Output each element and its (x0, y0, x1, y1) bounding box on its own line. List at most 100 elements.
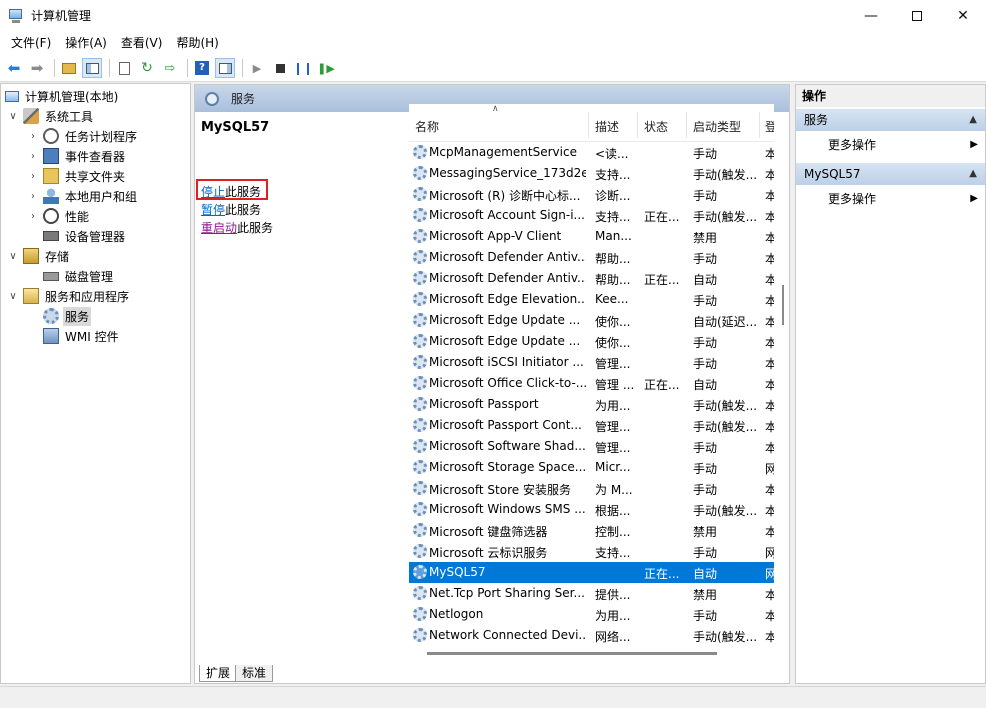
maximize-button[interactable] (894, 0, 940, 31)
service-row[interactable]: Microsoft 云标识服务 支持... 手动 网 (409, 541, 774, 562)
cell-logon: 本 (765, 630, 774, 644)
service-row[interactable]: Microsoft App-V Client Man... 禁用 本 (409, 226, 774, 247)
service-row[interactable]: Microsoft Edge Update ... 使你... 手动 本 (409, 331, 774, 352)
cell-logon: 本 (765, 231, 774, 245)
restart-service-button[interactable]: ❚▶ (316, 58, 336, 78)
service-row[interactable]: Netlogon 为用... 手动 本 (409, 604, 774, 625)
service-row[interactable]: Net.Tcp Port Sharing Ser... 提供... 禁用 本 (409, 583, 774, 604)
stop-service-button[interactable] (270, 58, 290, 78)
window-title: 计算机管理 (31, 9, 92, 23)
start-service-button[interactable]: ▶ (247, 58, 267, 78)
chevron-right-icon[interactable]: › (27, 151, 39, 162)
chevron-right-icon[interactable]: › (27, 131, 39, 142)
pause-service-button[interactable]: ❙❙ (293, 58, 313, 78)
column-divider[interactable] (637, 112, 638, 138)
tree-item-storage[interactable]: ∨ 存储 (7, 246, 71, 266)
column-divider[interactable] (759, 112, 760, 138)
menu-action[interactable]: 操作(A) (58, 31, 114, 55)
refresh-button[interactable]: ↻ (137, 58, 157, 78)
service-row[interactable]: McpManagementService <读... 手动 本 (409, 142, 774, 163)
column-name[interactable]: 名称 (415, 118, 439, 135)
service-row[interactable]: Network Connected Devi... 网络... 手动(触发... 本 (409, 625, 774, 646)
actions-section-mysql57[interactable]: MySQL57 ▲ (796, 163, 985, 185)
service-row[interactable]: Microsoft Account Sign-i... 支持... 正在... 手动(… (409, 205, 774, 226)
status-bar (0, 686, 986, 708)
back-button[interactable]: ⬅ (4, 58, 24, 78)
restart-service-link[interactable]: 重启动 (201, 221, 237, 235)
menu-help[interactable]: 帮助(H) (169, 31, 225, 55)
service-row[interactable]: Microsoft Office Click-to-... 管理 ... 正在...… (409, 373, 774, 394)
service-gear-icon (413, 397, 427, 411)
chevron-right-icon[interactable]: › (27, 191, 39, 202)
minimize-icon: — (864, 7, 878, 24)
tree-item-performance[interactable]: › 性能 (27, 206, 91, 226)
column-divider[interactable] (686, 112, 687, 138)
service-row[interactable]: Microsoft Defender Antiv... 帮助... 手动 本 (409, 247, 774, 268)
collapse-up-icon[interactable]: ▲ (969, 109, 977, 131)
stop-service-link[interactable]: 停止 (201, 185, 225, 199)
service-row[interactable]: Microsoft Defender Antiv... 帮助... 正在... 自动 本 (409, 268, 774, 289)
tree-item-event-viewer[interactable]: › 事件查看器 (27, 146, 127, 166)
chevron-right-icon[interactable]: › (27, 211, 39, 222)
pause-service-link[interactable]: 暂停 (201, 203, 225, 217)
selected-service-name: MySQL57 (201, 120, 270, 135)
column-logon[interactable]: 登 (765, 118, 774, 135)
horizontal-scrollbar[interactable] (427, 652, 717, 655)
more-actions-services[interactable]: 更多操作 ▶ (828, 135, 978, 155)
properties-button[interactable] (114, 58, 134, 78)
tree-item-disk-management[interactable]: 磁盘管理 (43, 266, 115, 286)
chevron-down-icon[interactable]: ∨ (7, 111, 19, 122)
vertical-scrollbar[interactable] (782, 285, 784, 325)
services-gear-icon (43, 308, 59, 324)
service-row[interactable]: Microsoft (R) 诊断中心标... 诊断... 手动 本 (409, 184, 774, 205)
tree-item-device-manager[interactable]: 设备管理器 (43, 226, 127, 246)
service-row[interactable]: Microsoft iSCSI Initiator ... 管理... 手动 本 (409, 352, 774, 373)
forward-button[interactable]: ➡ (27, 58, 47, 78)
more-actions-mysql57[interactable]: 更多操作 ▶ (828, 189, 978, 209)
chevron-down-icon[interactable]: ∨ (7, 251, 19, 262)
tree-item-system-tools[interactable]: ∨ 系统工具 (7, 106, 95, 126)
collapse-up-icon[interactable]: ▲ (969, 163, 977, 185)
service-gear-icon (413, 166, 427, 180)
service-row[interactable]: Microsoft Windows SMS ... 根据... 手动(触发... 本 (409, 499, 774, 520)
tree-item-root[interactable]: 计算机管理(本地) (5, 86, 120, 106)
column-status[interactable]: 状态 (644, 118, 668, 135)
cell-description: 管理... (595, 441, 631, 455)
service-row[interactable]: MessagingService_173d2e 支持... 手动(触发... 本 (409, 163, 774, 184)
tab-standard[interactable]: 标准 (235, 665, 274, 682)
show-action-pane-button[interactable] (215, 58, 235, 78)
up-folder-button[interactable] (59, 58, 79, 78)
service-gear-icon (413, 481, 427, 495)
close-button[interactable]: ✕ (940, 0, 986, 31)
service-row[interactable]: Microsoft Passport 为用... 手动(触发... 本 (409, 394, 774, 415)
column-divider[interactable] (588, 112, 589, 138)
menu-view[interactable]: 查看(V) (114, 31, 170, 55)
chevron-down-icon[interactable]: ∨ (7, 291, 19, 302)
service-row[interactable]: Microsoft Store 安装服务 为 M... 手动 本 (409, 478, 774, 499)
tab-extended[interactable]: 扩展 (199, 665, 238, 682)
service-row[interactable]: Microsoft Passport Cont... 管理... 手动(触发... 本 (409, 415, 774, 436)
service-row[interactable]: Microsoft Edge Elevation... Kee... 手动 本 (409, 289, 774, 310)
column-startup-type[interactable]: 启动类型 (693, 118, 741, 135)
minimize-button[interactable]: — (848, 0, 894, 31)
service-row[interactable]: Microsoft Edge Update ... 使你... 自动(延迟... 本 (409, 310, 774, 331)
actions-section-services[interactable]: 服务 ▲ (796, 109, 985, 131)
tree-item-wmi[interactable]: WMI 控件 (43, 326, 121, 346)
tree-item-local-users[interactable]: › 本地用户和组 (27, 186, 139, 206)
service-row[interactable]: Microsoft Software Shad... 管理... 手动 本 (409, 436, 774, 457)
service-row[interactable]: Microsoft Storage Space... Micr... 手动 网 (409, 457, 774, 478)
show-tree-button[interactable] (82, 58, 102, 78)
tree-item-shared-folders[interactable]: › 共享文件夹 (27, 166, 127, 186)
menu-file[interactable]: 文件(F) (4, 31, 58, 55)
column-description[interactable]: 描述 (595, 118, 619, 135)
tree-item-task-scheduler[interactable]: › 任务计划程序 (27, 126, 139, 146)
help-button[interactable]: ? (192, 58, 212, 78)
cell-logon: 本 (765, 525, 774, 539)
export-list-button[interactable]: ⇨ (160, 58, 180, 78)
tree-item-services-apps[interactable]: ∨ 服务和应用程序 (7, 286, 131, 306)
tree-item-services[interactable]: 服务 (43, 306, 92, 326)
service-row[interactable]: Microsoft 键盘筛选器 控制... 禁用 本 (409, 520, 774, 541)
chevron-right-icon[interactable]: › (27, 171, 39, 182)
cell-logon: 本 (765, 378, 774, 392)
service-row[interactable]: MySQL57 正在... 自动 网 (409, 562, 774, 583)
